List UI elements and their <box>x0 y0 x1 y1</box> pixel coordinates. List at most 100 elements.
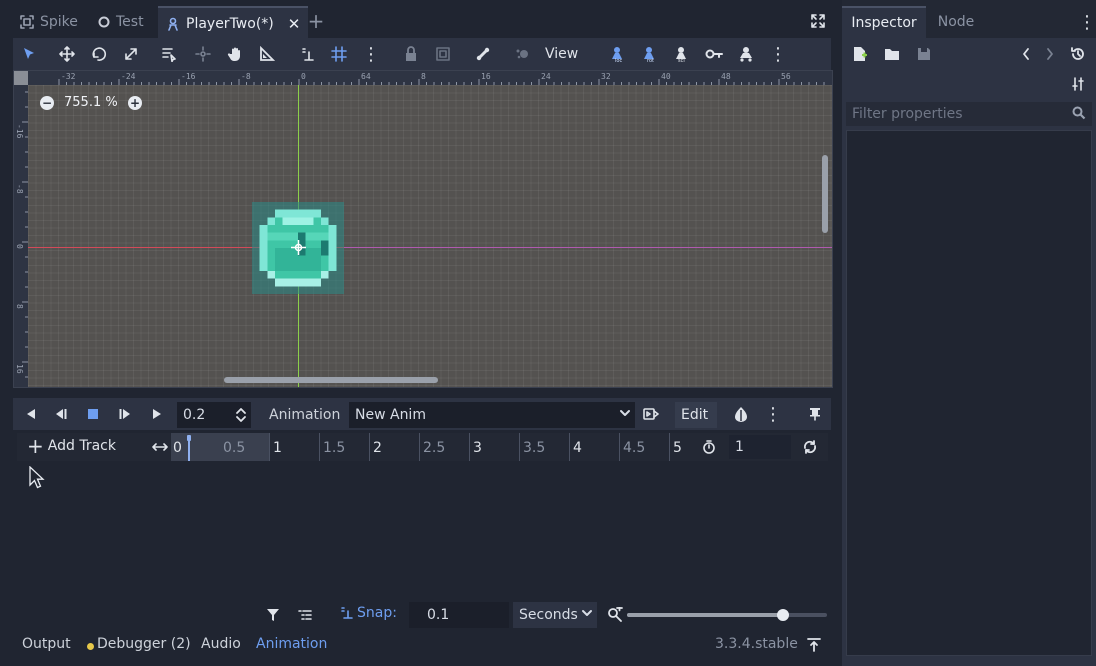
snap-toggle[interactable]: Snap: <box>339 605 397 621</box>
timeline-zoom-slider[interactable] <box>627 609 827 621</box>
history-icon[interactable] <box>1068 44 1088 64</box>
tab-node[interactable]: Node <box>926 6 986 38</box>
insert-key-icon[interactable] <box>704 44 724 64</box>
version-label: 3.3.4.stable <box>715 636 798 652</box>
snap-options-icon[interactable]: ⋮ <box>361 44 381 65</box>
lock-icon[interactable] <box>401 44 421 64</box>
open-folder-icon[interactable] <box>882 44 902 64</box>
animation-length-field[interactable]: 1 <box>729 435 791 459</box>
canvas-viewport[interactable]: -32 -24 -16 -8 0 8 16 24 32 40 48 56 64 … <box>13 70 833 388</box>
chevron-down-icon <box>619 406 631 424</box>
bone-icon[interactable] <box>473 44 493 64</box>
tab-playertwo[interactable]: PlayerTwo(*) ✕ <box>158 6 309 40</box>
close-icon[interactable]: ✕ <box>288 15 301 33</box>
key-scale-icon[interactable]: scl <box>672 44 692 64</box>
scene-tab-bar: Spike Test PlayerTwo(*) ✕ + <box>0 0 836 42</box>
ruler-label: -16 <box>181 72 196 81</box>
timeline-mark: 4.5 <box>623 440 646 456</box>
zoom-level[interactable]: 755.1 % <box>64 95 118 110</box>
track-header: + Add Track 0 0.5 1 1.5 2 2.5 3 3.5 4 4.… <box>17 433 828 461</box>
svg-text:rot: rot <box>647 58 654 63</box>
animation-select[interactable]: New Anim <box>349 402 635 428</box>
spin-arrows-icon[interactable] <box>233 406 249 424</box>
timeline-tick <box>319 433 320 461</box>
grid-snap-icon[interactable] <box>329 44 349 64</box>
pivot-mode-icon[interactable] <box>193 44 213 64</box>
move-mode-icon[interactable] <box>57 44 77 64</box>
ruler-mode-icon[interactable] <box>257 44 277 64</box>
mouse-cursor-icon <box>29 465 47 490</box>
svg-text:loc: loc <box>615 58 622 63</box>
smart-snap-icon[interactable] <box>297 44 317 64</box>
history-back-icon[interactable] <box>1016 44 1036 64</box>
edit-button[interactable]: Edit <box>675 402 717 428</box>
ruler-label: 40 <box>661 72 671 81</box>
list-select-icon[interactable] <box>159 44 179 64</box>
filter-icon[interactable] <box>263 605 283 625</box>
tab-animation[interactable]: Animation <box>256 636 327 652</box>
key-rotation-icon[interactable]: rot <box>640 44 660 64</box>
scale-mode-icon[interactable] <box>121 44 141 64</box>
timeline-tick <box>469 433 470 461</box>
properties-list[interactable] <box>846 130 1092 656</box>
object-properties-icon[interactable] <box>1068 74 1088 94</box>
onion-skinning-icon[interactable] <box>731 404 751 424</box>
zoom-in-icon[interactable]: + <box>128 96 142 110</box>
play-backwards-from-end-icon[interactable] <box>51 404 71 424</box>
play-from-start-icon[interactable] <box>115 404 135 424</box>
tab-debugger[interactable]: Debugger (2) <box>97 636 191 652</box>
loop-icon[interactable] <box>801 439 819 455</box>
group-icon[interactable] <box>433 44 453 64</box>
tab-output[interactable]: Output <box>22 636 71 652</box>
snap-step-field[interactable]: 0.1 <box>409 602 509 628</box>
view-menu-button[interactable]: View <box>545 44 578 64</box>
zoom-out-icon[interactable]: − <box>40 96 54 110</box>
rotate-mode-icon[interactable] <box>89 44 109 64</box>
add-tab-icon[interactable]: + <box>306 9 326 33</box>
pin-icon[interactable] <box>805 404 825 424</box>
plus-icon: + <box>27 434 44 458</box>
playhead[interactable] <box>187 435 191 461</box>
timeline-mark: 2.5 <box>423 440 446 456</box>
canvas-grid <box>28 85 832 387</box>
tab-audio[interactable]: Audio <box>201 636 241 652</box>
snap-icon <box>341 607 353 619</box>
play-icon[interactable] <box>147 404 167 424</box>
search-icon <box>1072 106 1086 124</box>
tab-test[interactable]: Test <box>98 6 144 38</box>
filter-properties-input[interactable]: Filter properties <box>846 102 1092 126</box>
tab-inspector[interactable]: Inspector <box>842 6 926 38</box>
pan-mode-icon[interactable] <box>225 44 245 64</box>
particles-icon[interactable] <box>513 44 533 64</box>
timeline-mark: 0 <box>173 440 182 456</box>
new-resource-icon[interactable] <box>850 44 870 64</box>
horizontal-scrollbar[interactable] <box>224 377 438 383</box>
history-forward-icon[interactable] <box>1040 44 1060 64</box>
select-mode-icon[interactable] <box>19 44 39 64</box>
stop-icon[interactable] <box>83 404 103 424</box>
vertical-scrollbar[interactable] <box>822 155 828 233</box>
save-icon[interactable] <box>914 44 934 64</box>
animation-menu-button[interactable]: Animation <box>263 402 345 428</box>
timeline-mark: 0.5 <box>223 440 246 456</box>
distraction-free-icon[interactable] <box>808 11 828 31</box>
key-options-icon[interactable]: ⋮ <box>768 44 788 65</box>
onion-options-icon[interactable]: ⋮ <box>763 404 783 425</box>
slider-grabber[interactable] <box>777 609 789 621</box>
time-unit-select[interactable]: Seconds <box>513 602 597 628</box>
tab-spike[interactable]: Spike <box>20 6 78 38</box>
expand-panel-icon[interactable] <box>805 636 823 654</box>
autoplay-icon[interactable] <box>641 404 661 424</box>
dock-options-icon[interactable]: ⋮ <box>1078 12 1096 33</box>
key-location-icon[interactable]: loc <box>608 44 628 64</box>
add-track-button[interactable]: + Add Track <box>27 434 116 458</box>
ruler-label: 56 <box>781 72 791 81</box>
group-tracks-icon[interactable] <box>295 605 315 625</box>
fit-timeline-icon[interactable] <box>151 439 169 455</box>
timeline-mark: 1.5 <box>323 440 346 456</box>
pivot-crosshair-icon[interactable] <box>291 240 306 255</box>
play-backwards-icon[interactable] <box>21 404 41 424</box>
ruler-label: -32 <box>61 72 76 81</box>
tracks-area[interactable] <box>17 461 828 597</box>
auto-key-icon[interactable] <box>736 44 756 64</box>
